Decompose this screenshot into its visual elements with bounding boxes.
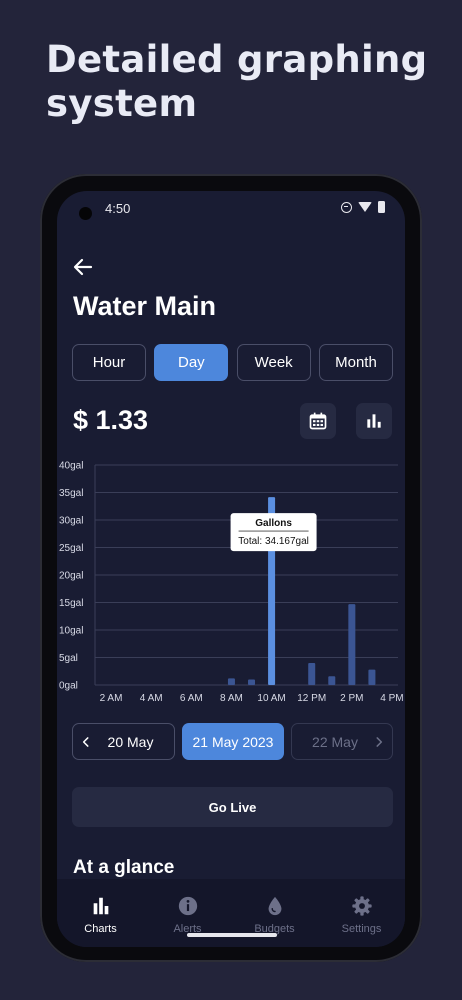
x-tick-label: 4 PM — [380, 693, 403, 704]
page-title: Water Main — [73, 291, 217, 321]
y-tick-label: 40gal — [59, 461, 83, 472]
current-date-label: 21 May 2023 — [192, 733, 274, 750]
wifi-icon — [358, 202, 372, 212]
chart-bar[interactable] — [348, 604, 356, 685]
at-a-glance-heading: At a glance — [73, 857, 175, 878]
nav-label-settings: Settings — [341, 923, 382, 935]
promo-headline: Detailed graphing system — [46, 38, 428, 125]
chart-bar[interactable] — [248, 679, 256, 686]
tooltip-title: Gallons — [255, 518, 292, 529]
x-tick-label: 12 PM — [297, 693, 326, 704]
nav-item-charts[interactable]: Charts — [66, 895, 136, 935]
do-not-disturb-icon — [341, 201, 352, 213]
app-screen: 4:50 Water Main Hour Day Week Month $ 1.… — [57, 191, 405, 947]
y-tick-label: 25gal — [59, 543, 83, 554]
battery-icon — [378, 201, 385, 213]
calendar-button[interactable] — [300, 403, 336, 439]
next-date-label: 22 May — [312, 733, 358, 750]
x-tick-label: 2 PM — [340, 693, 363, 704]
y-tick-label: 5gal — [59, 653, 78, 664]
y-tick-label: 0gal — [59, 681, 78, 692]
tab-hour[interactable]: Hour — [72, 344, 146, 381]
water-drop-icon — [268, 896, 281, 916]
tab-day[interactable]: Day — [154, 344, 229, 381]
date-navigator: 20 May 21 May 2023 22 May — [72, 723, 393, 760]
y-tick-label: 15gal — [59, 598, 83, 609]
bar-chart-icon — [93, 897, 108, 915]
next-date-button[interactable]: 22 May — [291, 723, 393, 760]
gear-icon — [351, 896, 372, 916]
x-tick-label: 6 AM — [180, 693, 203, 704]
status-bar: 4:50 — [57, 191, 405, 225]
status-icons — [341, 201, 385, 213]
y-tick-label: 35gal — [59, 488, 83, 499]
chart-bar[interactable] — [308, 663, 316, 685]
chevron-right-icon — [376, 737, 383, 747]
chart-bar[interactable] — [328, 676, 336, 685]
nav-item-alerts[interactable]: Alerts — [153, 895, 223, 935]
chart-type-button[interactable] — [356, 403, 392, 439]
x-tick-label: 8 AM — [220, 693, 243, 704]
range-tabs: Hour Day Week Month — [72, 344, 393, 381]
go-live-button[interactable]: Go Live — [72, 787, 393, 827]
usage-chart[interactable]: 0gal 5gal 10gal 15gal 20gal 25gal 30gal 35gal 40… — [57, 453, 405, 709]
camera-icon — [79, 207, 92, 220]
arrow-left-icon[interactable] — [71, 255, 95, 279]
cost-value: $ 1.33 — [73, 405, 149, 435]
tooltip-value: Total: 34.167gal — [238, 536, 309, 547]
bar-chart-icon — [367, 414, 381, 428]
chart-bar[interactable] — [227, 678, 235, 685]
home-indicator[interactable] — [187, 933, 277, 937]
y-tick-label: 20gal — [59, 571, 83, 582]
info-icon — [178, 896, 197, 916]
nav-label-charts: Charts — [84, 923, 117, 935]
x-tick-label: 4 AM — [140, 693, 163, 704]
chart-bar[interactable] — [368, 669, 376, 685]
x-tick-label: 2 AM — [100, 693, 123, 704]
current-date-button[interactable]: 21 May 2023 — [182, 723, 284, 760]
previous-date-button[interactable]: 20 May — [72, 723, 175, 760]
chevron-left-icon — [82, 737, 89, 747]
previous-date-label: 20 May — [107, 733, 154, 750]
nav-item-settings[interactable]: Settings — [327, 895, 397, 935]
status-time: 4:50 — [105, 201, 131, 216]
x-tick-label: 10 AM — [257, 693, 285, 704]
phone-frame: 4:50 Water Main Hour Day Week Month $ 1.… — [40, 174, 422, 962]
tab-week[interactable]: Week — [236, 344, 311, 381]
nav-item-budgets[interactable]: Budgets — [240, 895, 310, 935]
calendar-icon — [309, 412, 327, 430]
y-tick-label: 30gal — [59, 516, 83, 527]
tab-month[interactable]: Month — [318, 344, 393, 381]
y-tick-label: 10gal — [59, 626, 83, 637]
